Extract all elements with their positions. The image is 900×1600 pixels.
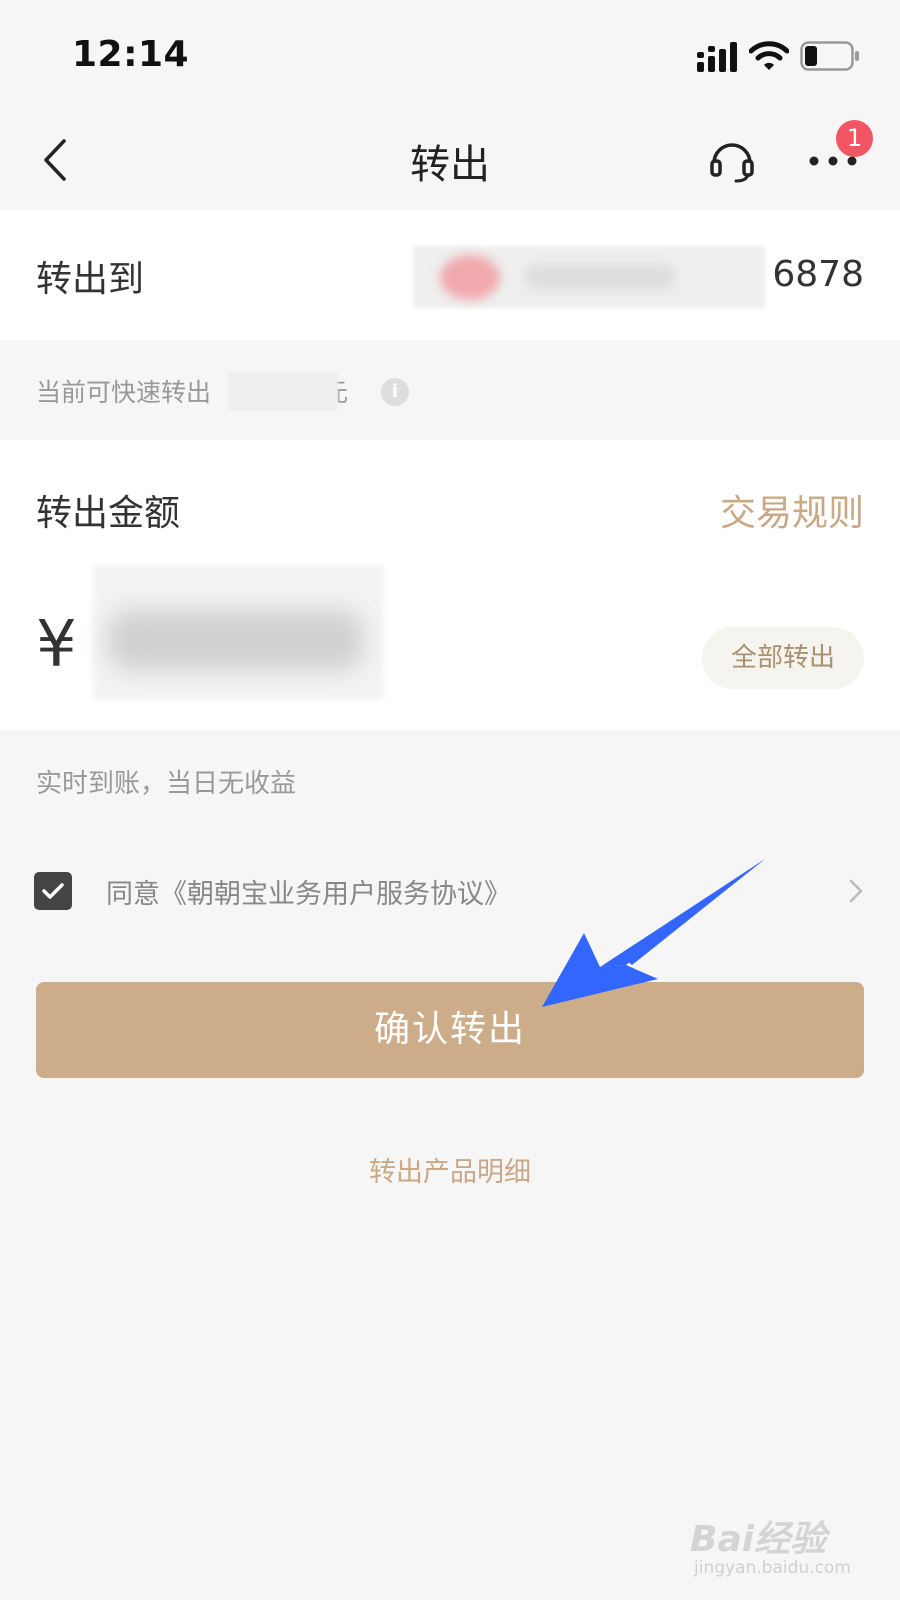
status-time: 12:14 [72, 34, 190, 75]
transfer-to-label: 转出到 [36, 259, 145, 300]
wifi-icon [749, 41, 789, 70]
amount-label: 转出金额 [36, 493, 181, 534]
watermark-url: jingyan.baidu.com [694, 1558, 851, 1578]
watermark-main: Bai经验 [690, 1519, 827, 1560]
signal-icon [697, 42, 737, 72]
info-icon[interactable]: i [381, 378, 409, 406]
bank-logo-blurred [440, 255, 500, 300]
trade-rules-link[interactable]: 交易规则 [720, 484, 864, 536]
agreement-text[interactable]: 同意《朝朝宝业务用户服务协议》 [106, 872, 511, 911]
annotation-arrow-icon [542, 859, 765, 1007]
arrival-note: 实时到账，当日无收益 [36, 769, 297, 799]
page-title: 转出 [410, 142, 490, 188]
headset-icon[interactable] [708, 135, 756, 183]
product-detail-link[interactable]: 转出产品明细 [0, 1150, 900, 1189]
battery-icon [800, 41, 859, 71]
agreement-checkbox[interactable] [34, 872, 72, 910]
bank-name-blurred [525, 265, 675, 289]
transfer-to-row[interactable]: 转出到 6878 [0, 210, 900, 340]
notification-badge: 1 [836, 120, 873, 157]
transfer-out-page: 12:14 转出 1 转出到 6878 当前可快速转出 i 转出金额 交易规则 … [0, 0, 900, 1600]
amount-value-blurred [108, 610, 363, 670]
account-suffix: 6878 [772, 254, 864, 295]
check-icon [42, 883, 64, 899]
watermark-logo: Bai经验 jingyan.baidu.com [690, 1500, 870, 1590]
transfer-all-button[interactable]: 全部转出 [702, 627, 864, 689]
amount-section: 转出金额 交易规则 ¥ 全部转出 [0, 440, 900, 730]
quick-amount-mask [228, 372, 338, 410]
nav-bar: 转出 1 [0, 110, 900, 210]
status-bar: 12:14 [0, 0, 900, 110]
chevron-right-icon[interactable] [848, 878, 864, 904]
quick-transfer-prefix: 当前可快速转出 [36, 378, 212, 407]
currency-symbol: ¥ [36, 608, 77, 682]
